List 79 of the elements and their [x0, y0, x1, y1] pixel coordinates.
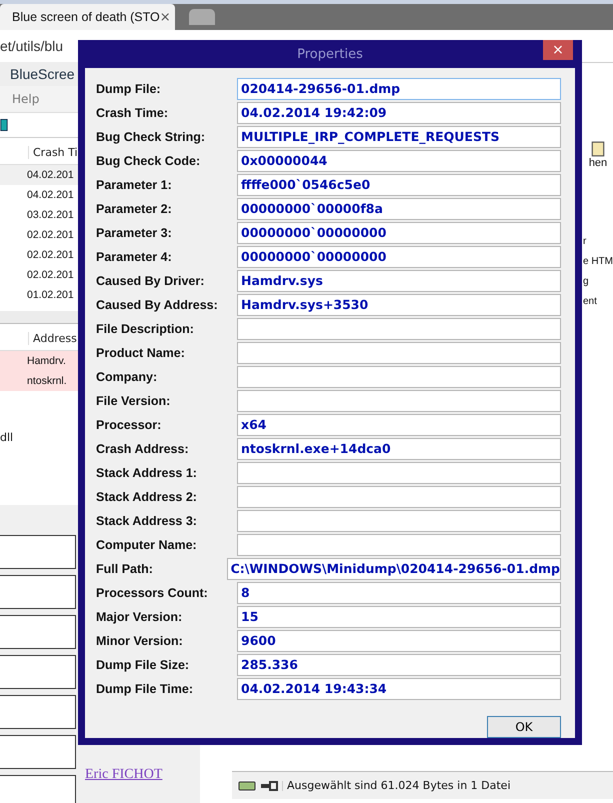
value-field[interactable] [237, 534, 561, 556]
value-field[interactable]: 00000000`00000f8a [237, 198, 561, 220]
value-field[interactable]: x64 [237, 414, 561, 436]
toolbar-button[interactable]: hen [583, 130, 613, 180]
field-label: Product Name: [96, 346, 186, 360]
table-cell: 03.02.201 [27, 209, 74, 221]
field-label: Company: [96, 370, 158, 384]
list-text: dll [0, 431, 14, 444]
value-field[interactable] [237, 486, 561, 508]
author-link[interactable]: Eric FICHOT [85, 767, 162, 783]
value-field[interactable]: MULTIPLE_IRP_COMPLETE_REQUESTS [237, 126, 561, 148]
browser-tab[interactable]: Blue screen of death (STO× [0, 4, 175, 30]
field-label: Caused By Address: [96, 298, 219, 312]
value-field[interactable]: 285.336 [237, 654, 561, 676]
field-label: Major Version: [96, 610, 184, 624]
value-field[interactable]: Hamdrv.sys [237, 270, 561, 292]
new-tab-button[interactable] [189, 9, 215, 25]
field-label: Dump File Time: [96, 682, 194, 696]
field-label: Parameter 3: [96, 226, 173, 240]
field-label: Caused By Driver: [96, 274, 206, 288]
field-label: Full Path: [96, 562, 154, 576]
key-icon [260, 780, 283, 790]
field-label: Parameter 1: [96, 178, 173, 192]
value-field[interactable]: ffffe000`0546c5e0 [237, 174, 561, 196]
value-field[interactable]: 00000000`00000000 [237, 222, 561, 244]
field-label: Dump File Size: [96, 658, 190, 672]
value-field[interactable] [237, 342, 561, 364]
column-header[interactable]: Address [28, 332, 77, 344]
value-field[interactable]: 9600 [237, 630, 561, 652]
field-label: Crash Address: [96, 442, 190, 456]
menu-item[interactable]: r [583, 232, 613, 252]
value-field[interactable] [237, 462, 561, 484]
value-field[interactable]: 04.02.2014 19:42:09 [237, 102, 561, 124]
menu-item[interactable]: g [583, 272, 613, 292]
menu-item[interactable]: ent [583, 292, 613, 312]
field-label: Minor Version: [96, 634, 184, 648]
tab-title: Blue screen of death (STO [12, 10, 160, 24]
field-label: Bug Check String: [96, 130, 206, 144]
field-label: Parameter 4: [96, 250, 173, 264]
table-cell: 04.02.201 [27, 189, 74, 201]
value-field[interactable]: 020414-29656-01.dmp [237, 78, 561, 100]
value-field[interactable]: C:\WINDOWS\Minidump\020414-29656-01.dmp [226, 558, 561, 580]
field-label: Crash Time: [96, 106, 170, 120]
document-icon [591, 141, 605, 157]
field-label: Parameter 2: [96, 202, 173, 216]
value-field[interactable] [237, 510, 561, 532]
door-icon[interactable] [0, 117, 8, 133]
drive-icon [238, 780, 256, 790]
status-text: Ausgewählt sind 61.024 Bytes in 1 Datei [287, 779, 511, 792]
value-field[interactable]: 8 [237, 582, 561, 604]
value-field[interactable]: 00000000`00000000 [237, 246, 561, 268]
dialog-title: Properties [297, 46, 363, 62]
field-label: Stack Address 1: [96, 466, 198, 480]
menu-item[interactable]: Help [12, 92, 40, 106]
field-label: File Description: [96, 322, 195, 336]
table-cell: 02.02.201 [27, 249, 74, 261]
menu-item[interactable]: e HTM [583, 252, 613, 272]
value-field[interactable] [237, 318, 561, 340]
close-button[interactable]: × [543, 40, 573, 60]
field-label: Processors Count: [96, 586, 209, 600]
value-field[interactable]: 0x00000044 [237, 150, 561, 172]
table-cell: 04.02.201 [27, 169, 74, 181]
value-field[interactable]: 15 [237, 606, 561, 628]
value-field[interactable] [237, 366, 561, 388]
field-label: Processor: [96, 418, 162, 432]
table-cell: 01.02.201 [27, 289, 74, 301]
field-label: Stack Address 3: [96, 514, 198, 528]
value-field[interactable]: ntoskrnl.exe+14dca0 [237, 438, 561, 460]
value-field[interactable]: 04.02.2014 19:43:34 [237, 678, 561, 700]
ok-button[interactable]: OK [487, 716, 561, 738]
table-cell: 02.02.201 [27, 229, 74, 241]
field-label: Bug Check Code: [96, 154, 202, 168]
field-label: File Version: [96, 394, 172, 408]
field-label: Computer Name: [96, 538, 198, 552]
close-icon[interactable]: × [160, 10, 171, 24]
table-cell: 02.02.201 [27, 269, 74, 281]
value-field[interactable] [237, 390, 561, 412]
field-label: Stack Address 2: [96, 490, 198, 504]
value-field[interactable]: Hamdrv.sys+3530 [237, 294, 561, 316]
